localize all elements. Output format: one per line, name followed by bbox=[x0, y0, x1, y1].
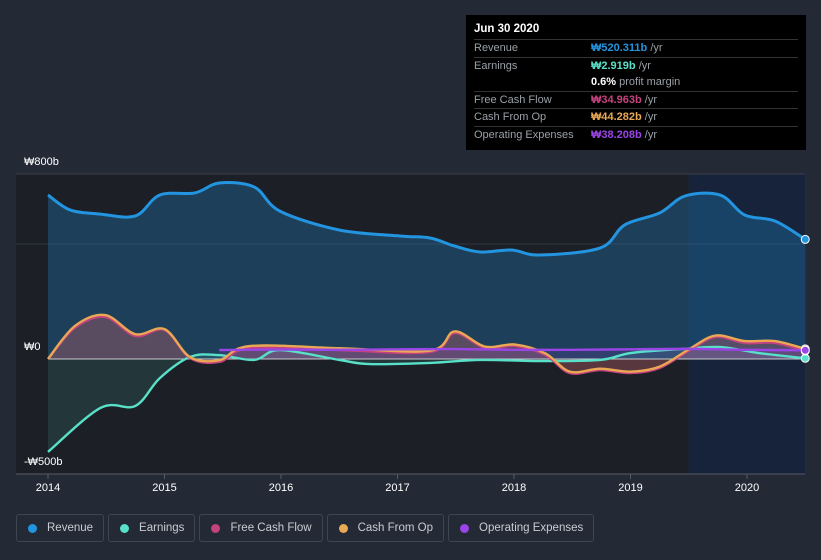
legend-item[interactable]: Revenue bbox=[16, 514, 105, 542]
legend-label: Free Cash Flow bbox=[230, 522, 312, 534]
tooltip-row: Revenue ₩520.311b /yr bbox=[474, 39, 798, 57]
legend-label: Revenue bbox=[47, 522, 94, 534]
x-tick-label: 2018 bbox=[502, 482, 526, 494]
tooltip-row: Free Cash Flow ₩34.963b /yr bbox=[474, 90, 798, 109]
tooltip-value: ₩34.963b /yr bbox=[591, 93, 658, 106]
legend-item[interactable]: Earnings bbox=[108, 514, 196, 542]
series-end-point[interactable] bbox=[800, 234, 810, 244]
x-tick-label: 2014 bbox=[36, 482, 60, 494]
legend-dot-icon bbox=[338, 523, 348, 533]
series-end-point[interactable] bbox=[800, 345, 810, 355]
tooltip-row: Cash From Op ₩44.282b /yr bbox=[474, 108, 798, 126]
x-tick-label: 2017 bbox=[385, 482, 409, 494]
tooltip-date: Jun 30 2020 bbox=[474, 23, 540, 35]
tooltip-row: 0.6% profit margin bbox=[474, 74, 798, 91]
tooltip-label: Revenue bbox=[474, 42, 519, 54]
tooltip: Jun 30 2020 Revenue ₩520.311b /yr Earnings… bbox=[466, 15, 806, 150]
tooltip-value: ₩38.208b /yr bbox=[591, 128, 658, 141]
legend-label: Cash From Op bbox=[357, 522, 434, 534]
x-tick-label: 2020 bbox=[735, 482, 759, 494]
legend-item[interactable]: Cash From Op bbox=[326, 514, 445, 542]
legend-label: Earnings bbox=[139, 522, 185, 534]
legend: Revenue Earnings Free Cash Flow Cash From O… bbox=[16, 514, 595, 542]
legend-label: Operating Expenses bbox=[479, 522, 584, 534]
series-line bbox=[219, 347, 806, 352]
legend-item[interactable]: Free Cash Flow bbox=[199, 514, 323, 542]
tooltip-value: ₩44.282b /yr bbox=[591, 111, 658, 123]
tooltip-label: Cash From Op bbox=[474, 111, 547, 123]
tooltip-value: ₩2.919b /yr bbox=[591, 59, 651, 72]
tooltip-row: Earnings ₩2.919b /yr bbox=[474, 56, 798, 75]
chart-container: 2014 2015 2016 2017 2018 2019 2020 ₩800b ₩0 -₩… bbox=[0, 0, 821, 560]
tooltip-label: Earnings bbox=[474, 59, 518, 72]
y-tick-label: ₩0 bbox=[24, 341, 41, 353]
tooltip-label bbox=[474, 74, 591, 91]
y-tick-label: -₩500b bbox=[24, 456, 63, 468]
legend-dot-icon bbox=[120, 523, 130, 533]
legend-dot-icon bbox=[211, 523, 221, 533]
legend-item[interactable]: Operating Expenses bbox=[448, 514, 595, 542]
legend-dot-icon bbox=[460, 523, 470, 533]
tooltip-value: ₩520.311b /yr bbox=[591, 42, 663, 54]
x-tick-label: 2016 bbox=[269, 482, 293, 494]
tooltip-row: Operating Expenses ₩38.208b /yr bbox=[474, 125, 798, 144]
tooltip-value: 0.6% profit margin bbox=[591, 76, 681, 88]
x-tick-label: 2015 bbox=[152, 482, 176, 494]
legend-dot-icon bbox=[28, 523, 37, 533]
tooltip-label: Operating Expenses bbox=[474, 128, 574, 141]
series-end-point[interactable] bbox=[800, 353, 810, 363]
y-tick-label: ₩800b bbox=[24, 156, 59, 168]
tooltip-label: Free Cash Flow bbox=[474, 93, 552, 106]
x-tick-label: 2019 bbox=[618, 482, 642, 494]
